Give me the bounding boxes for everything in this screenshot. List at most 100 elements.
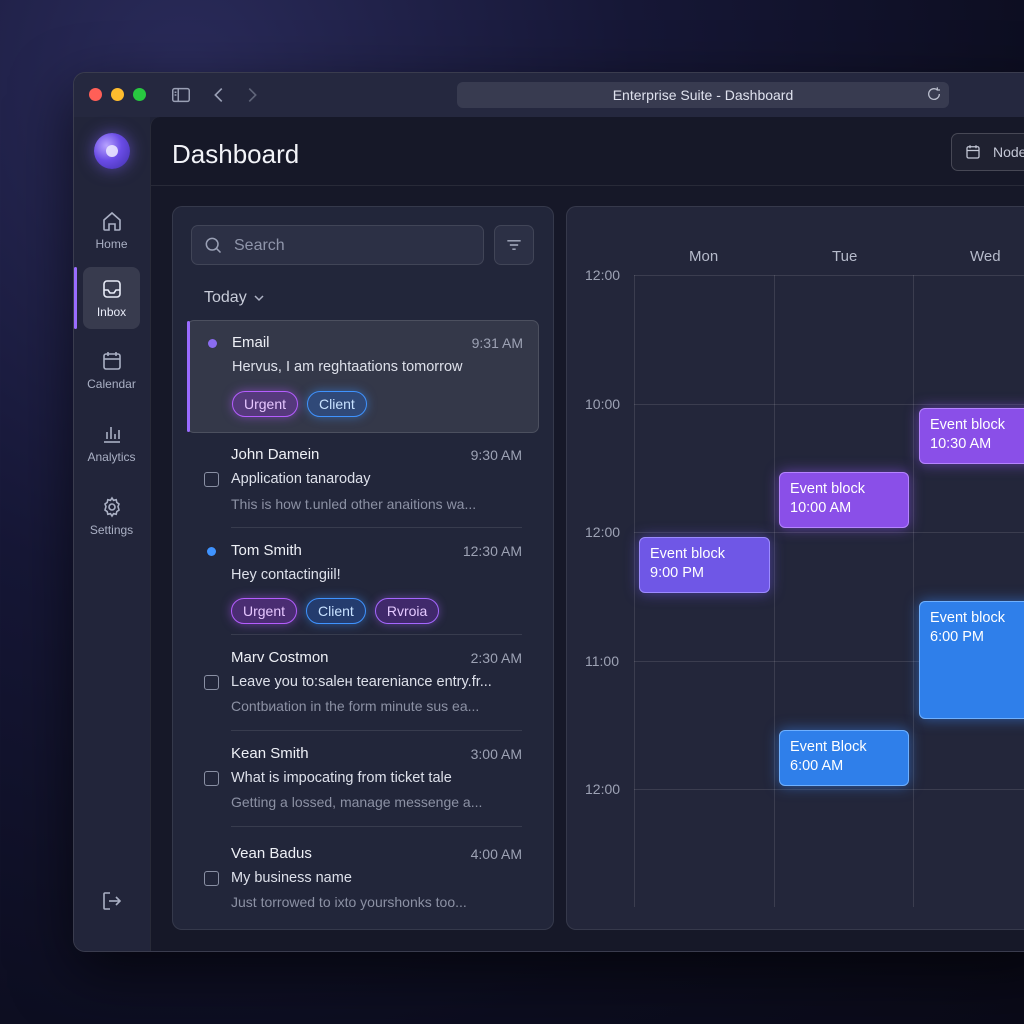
active-indicator [74,267,77,329]
app-logo[interactable] [94,133,130,169]
sidebar-item-settings[interactable]: Settings [83,485,140,547]
tag-urgent[interactable]: Urgent [231,598,298,624]
sidebar-item-label: Home [95,237,128,251]
sidebar-toggle-icon[interactable] [170,84,192,106]
day-header-mon: Mon [689,248,719,265]
message-item[interactable]: Marv Costmon 2:30 AM Leave you to:saleн … [187,643,537,731]
hour-label: 12:00 [585,267,621,283]
date-group-dropdown[interactable]: Today [204,289,265,307]
calendar-icon [964,143,982,161]
message-item[interactable]: Tom Smith 12:30 AM Hey contactingiil! Ur… [187,536,537,632]
sidebar-item-inbox[interactable]: Inbox [83,267,140,329]
message-subject: What is impocating from ticket tale [231,770,452,786]
message-sender: Marv Costmon [231,649,329,666]
unread-dot [208,339,217,348]
node-button[interactable]: Node [951,133,1024,171]
grid-column-line [774,275,775,907]
search-box[interactable] [191,225,484,266]
event-time: 10:00 AM [790,500,852,516]
sidebar-item-analytics[interactable]: Analytics [83,412,140,474]
unread-dot [207,547,216,556]
window-title: Enterprise Suite - Dashboard [612,87,794,103]
hour-label: 12:00 [585,781,621,797]
search-icon [203,235,223,255]
grid-line [634,789,1024,790]
calendar-panel: Mon Tue Wed 12:00 10:00 12:00 11:00 12:0… [566,206,1024,930]
selected-indicator [187,321,190,432]
filter-button[interactable] [494,225,534,265]
grid-line [634,275,1024,276]
page-title: Dashboard [172,139,300,169]
message-item[interactable]: John Damein 9:30 AM Application tanaroda… [187,440,537,528]
message-time: 9:31 AM [471,335,523,351]
grid-line [634,532,1024,533]
message-time: 3:00 AM [470,746,522,762]
gear-icon [100,495,124,519]
sidebar-item-home[interactable]: Home [83,199,140,261]
logout-icon[interactable] [100,889,124,913]
calendar-event[interactable]: Event block 9:00 PM [639,537,770,593]
message-preview: Getting a lossed, manage messenge a... [231,794,483,810]
message-tags: Urgent Client [232,391,367,417]
refresh-icon[interactable] [926,86,942,102]
event-time: 6:00 PM [930,629,984,645]
calendar-event[interactable]: Event block 10:30 AM [919,408,1024,464]
hour-label: 10:00 [585,396,621,412]
sidebar-item-label: Inbox [96,305,127,319]
grid-column-line [913,275,914,907]
message-time: 12:30 AM [462,543,522,559]
tag-client[interactable]: Client [307,391,367,417]
tag-urgent[interactable]: Urgent [232,391,299,417]
chevron-down-icon [253,292,265,304]
back-arrow-icon[interactable] [208,84,230,106]
calendar-icon [100,349,124,373]
forward-arrow-icon[interactable] [241,84,263,106]
message-sender: Kean Smith [231,745,309,762]
grid-line [634,404,1024,405]
event-time: 10:30 AM [930,436,992,452]
analytics-icon [100,422,124,446]
message-sender: Email [232,334,270,351]
message-divider [231,634,522,635]
app-window: Enterprise Suite - Dashboard Home Inbox [73,72,1024,952]
message-item[interactable]: Vean Badus 4:00 AM My business name Just… [187,839,537,927]
tag-rvroia[interactable]: Rvroia [374,598,440,624]
minimize-window-button[interactable] [111,88,124,101]
inbox-icon [100,277,124,301]
message-time: 2:30 AM [470,650,522,666]
calendar-event[interactable]: Event block 6:00 PM [919,601,1024,719]
close-window-button[interactable] [89,88,102,101]
day-header-wed: Wed [970,248,1001,265]
message-preview: Contbиation in the form minute sus ea... [231,698,480,714]
title-bar: Enterprise Suite - Dashboard [74,73,1024,117]
message-item[interactable]: Email 9:31 AM Hervus, I am reghtaations … [187,320,539,433]
header-divider [151,185,1024,186]
sidebar-item-calendar[interactable]: Calendar [83,339,140,401]
message-preview: Just torrowed to ixto yourshonks too... [231,894,467,910]
search-input[interactable] [232,226,476,266]
message-item[interactable]: Kean Smith 3:00 AM What is impocating fr… [187,739,537,827]
message-subject: Leave you to:saleн teareniance entry.fr.… [231,674,492,690]
message-subject: Application tanaroday [231,471,371,487]
calendar-event[interactable]: Event block 10:00 AM [779,472,909,528]
message-sender: Vean Badus [231,845,312,862]
calendar-event[interactable]: Event Block 6:00 AM [779,730,909,786]
sidebar-item-label: Analytics [87,450,136,464]
node-button-label: Node [993,144,1024,160]
message-checkbox[interactable] [204,675,219,690]
maximize-window-button[interactable] [133,88,146,101]
message-preview: This is how t.unled other anaitions wa..… [231,496,477,512]
message-time: 4:00 AM [470,846,522,862]
message-divider [231,826,522,827]
main-content: Dashboard Node Today [150,117,1024,951]
message-sender: John Damein [231,446,320,463]
event-title: Event block [930,610,1005,626]
tag-client[interactable]: Client [306,598,366,624]
message-checkbox[interactable] [204,771,219,786]
event-title: Event block [650,546,725,562]
address-bar[interactable]: Enterprise Suite - Dashboard [457,82,949,108]
message-checkbox[interactable] [204,472,219,487]
home-icon [100,209,124,233]
message-checkbox[interactable] [204,871,219,886]
sidebar-item-label: Settings [89,523,134,537]
